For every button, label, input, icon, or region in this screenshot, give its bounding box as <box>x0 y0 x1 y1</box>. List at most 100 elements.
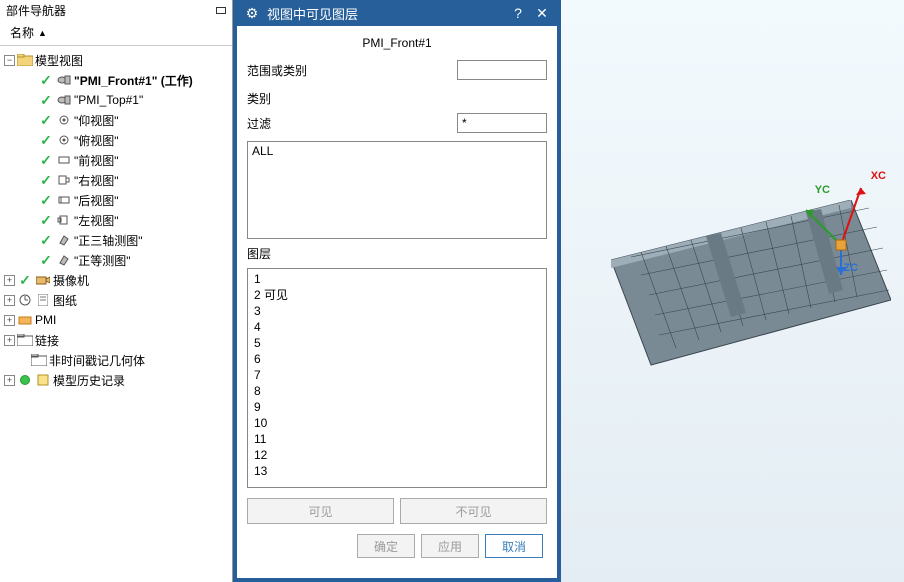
tree-label: "仰视图" <box>74 112 119 129</box>
close-icon[interactable]: ✕ <box>533 5 551 22</box>
layer-item[interactable]: 5 <box>248 335 546 351</box>
layer-item[interactable]: 3 <box>248 303 546 319</box>
tree-node-view[interactable]: ✓"俯视图" <box>4 130 232 150</box>
check-icon: ✓ <box>38 232 54 248</box>
view-type-icon <box>56 172 72 188</box>
layers-label: 图层 <box>247 245 547 262</box>
tree-node-link[interactable]: + 链接 <box>4 330 232 350</box>
view-type-icon <box>56 92 72 108</box>
part-navigator-panel: 部件导航器 名称 ▲ − 模型视图 ✓"PMI_Front#1" (工作)✓"P… <box>0 0 233 582</box>
clock-icon <box>17 292 33 308</box>
panel-title: 部件导航器 <box>6 2 66 19</box>
folder-icon <box>31 352 47 368</box>
layer-item[interactable]: 12 <box>248 447 546 463</box>
cancel-button[interactable]: 取消 <box>485 534 543 558</box>
tree-node-view[interactable]: ✓"右视图" <box>4 170 232 190</box>
folder-icon <box>17 52 33 68</box>
category-list[interactable]: ALL <box>247 141 547 239</box>
sort-caret-icon: ▲ <box>38 28 47 38</box>
expand-icon[interactable]: + <box>4 295 15 306</box>
tree-node-view[interactable]: ✓"正三轴测图" <box>4 230 232 250</box>
axis-xc-label: XC <box>871 170 886 182</box>
tree-node-nonts-geom[interactable]: 非时间戳记几何体 <box>4 350 232 370</box>
gear-icon[interactable]: ⚙ <box>243 5 261 22</box>
tree-node-drawing[interactable]: + 图纸 <box>4 290 232 310</box>
view-type-icon <box>56 152 72 168</box>
range-label: 范围或类别 <box>247 62 307 79</box>
layer-item[interactable]: 7 <box>248 367 546 383</box>
layer-item[interactable]: 10 <box>248 415 546 431</box>
layer-item[interactable]: 8 <box>248 383 546 399</box>
expand-icon[interactable]: + <box>4 275 15 286</box>
check-icon: ✓ <box>38 92 54 108</box>
check-icon: ✓ <box>38 152 54 168</box>
layer-item[interactable]: 6 <box>248 351 546 367</box>
tree-node-view[interactable]: ✓ "前视图" <box>4 150 232 170</box>
history-icon <box>35 372 51 388</box>
tree-column-header[interactable]: 名称 ▲ <box>0 20 232 46</box>
invisible-button[interactable]: 不可见 <box>400 498 547 524</box>
tree-label: "前视图" <box>74 152 119 169</box>
layer-item[interactable]: 1 <box>248 271 546 287</box>
tree-node-camera[interactable]: + ✓ 摄像机 <box>4 270 232 290</box>
layer-item[interactable]: 11 <box>248 431 546 447</box>
panel-titlebar: 部件导航器 <box>0 0 232 20</box>
layer-item[interactable]: 13 <box>248 463 546 479</box>
toggle-blank <box>18 355 29 366</box>
check-icon: ✓ <box>38 112 54 128</box>
tree-node-view[interactable]: ✓ "仰视图" <box>4 110 232 130</box>
layer-item[interactable]: 9 <box>248 399 546 415</box>
check-icon: ✓ <box>38 132 54 148</box>
category-label: 类别 <box>247 90 547 107</box>
camera-icon <box>35 272 51 288</box>
viewport-3d[interactable]: XC YC ZC <box>561 0 904 582</box>
expand-icon[interactable]: + <box>4 375 15 386</box>
panel-box-icon[interactable] <box>216 7 226 14</box>
check-icon: ✓ <box>38 192 54 208</box>
folder-icon <box>17 332 33 348</box>
layers-listbox[interactable]: 12 可见345678910111213 <box>247 268 547 488</box>
tree-label: 图纸 <box>53 292 77 309</box>
check-icon: ✓ <box>17 272 33 288</box>
help-icon[interactable]: ? <box>509 5 527 21</box>
tree-label: 模型视图 <box>35 52 83 69</box>
view-type-icon <box>56 132 72 148</box>
tree-label: "左视图" <box>74 212 119 229</box>
tree-body: − 模型视图 ✓"PMI_Front#1" (工作)✓"PMI_Top#1"✓"… <box>0 46 232 582</box>
expand-icon[interactable]: + <box>4 335 15 346</box>
tree-node-view[interactable]: ✓"PMI_Front#1" (工作) <box>4 70 232 90</box>
tree-node-view[interactable]: ✓ "左视图" <box>4 210 232 230</box>
column-name: 名称 <box>10 24 34 41</box>
tree-node-view[interactable]: ✓"后视图" <box>4 190 232 210</box>
visible-button[interactable]: 可见 <box>247 498 394 524</box>
tree-node-view[interactable]: ✓ "正等测图" <box>4 250 232 270</box>
apply-button[interactable]: 应用 <box>421 534 479 558</box>
range-input[interactable] <box>457 60 547 80</box>
filter-input[interactable] <box>457 113 547 133</box>
tree-label: 链接 <box>35 332 59 349</box>
tree-node-pmi[interactable]: + PMI <box>4 310 232 330</box>
tree-node-model-views[interactable]: − 模型视图 <box>4 50 232 70</box>
tree-label: "PMI_Front#1" (工作) <box>74 72 193 89</box>
axis-zc-label: ZC <box>843 262 858 274</box>
tree-label: 摄像机 <box>53 272 89 289</box>
layer-item[interactable]: 2 可见 <box>248 287 546 303</box>
expand-icon[interactable]: + <box>4 315 15 326</box>
check-icon: ✓ <box>38 252 54 268</box>
view-type-icon <box>56 112 72 128</box>
visible-layers-dialog: ⚙ 视图中可见图层 ? ✕ PMI_Front#1 范围或类别 类别 过滤 AL… <box>233 0 561 582</box>
tree-label: 模型历史记录 <box>53 372 125 389</box>
check-icon: ✓ <box>38 212 54 228</box>
tree-node-view[interactable]: ✓"PMI_Top#1" <box>4 90 232 110</box>
tree-label: "正等测图" <box>74 252 131 269</box>
axis-triad: XC YC ZC <box>796 170 886 280</box>
view-type-icon <box>56 192 72 208</box>
tree-label: PMI <box>35 313 56 327</box>
current-view-label: PMI_Front#1 <box>247 32 547 56</box>
collapse-icon[interactable]: − <box>4 55 15 66</box>
dialog-titlebar: ⚙ 视图中可见图层 ? ✕ <box>237 0 557 26</box>
layer-item[interactable]: 4 <box>248 319 546 335</box>
view-type-icon <box>56 252 72 268</box>
tree-node-history[interactable]: + 模型历史记录 <box>4 370 232 390</box>
ok-button[interactable]: 确定 <box>357 534 415 558</box>
